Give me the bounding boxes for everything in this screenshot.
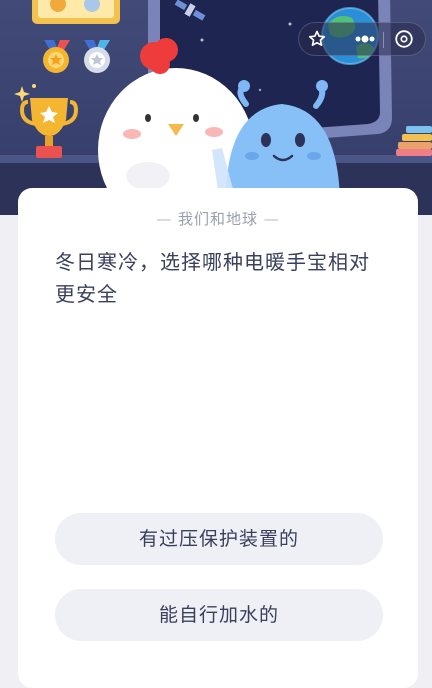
answer-option-1[interactable]: 有过压保护装置的	[55, 513, 383, 565]
medal-silver-icon	[84, 40, 110, 73]
plaque-icon	[32, 0, 120, 24]
medal-gold-icon	[43, 40, 70, 73]
capsule-divider	[383, 32, 384, 48]
answer-option-2[interactable]: 能自行加水的	[55, 589, 383, 641]
star-icon	[308, 30, 326, 47]
category-label: — 我们和地球 —	[18, 208, 418, 229]
category-dash-left: —	[156, 210, 178, 228]
close-circle-icon	[395, 30, 413, 48]
favorite-button[interactable]	[303, 23, 331, 55]
close-button[interactable]	[389, 23, 419, 55]
category-text: 我们和地球	[177, 210, 258, 228]
more-dots-icon	[355, 35, 375, 43]
question-card: — 我们和地球 — 冬日寒冷，选择哪种电暖手宝相对更安全 有过压保护装置的 能自…	[18, 188, 418, 688]
mini-program-capsule	[298, 22, 426, 56]
more-button[interactable]	[351, 23, 379, 55]
category-dash-right: —	[258, 210, 280, 228]
books-icon	[396, 126, 432, 156]
question-text: 冬日寒冷，选择哪种电暖手宝相对更安全	[55, 250, 370, 306]
trophy-icon	[19, 98, 79, 158]
